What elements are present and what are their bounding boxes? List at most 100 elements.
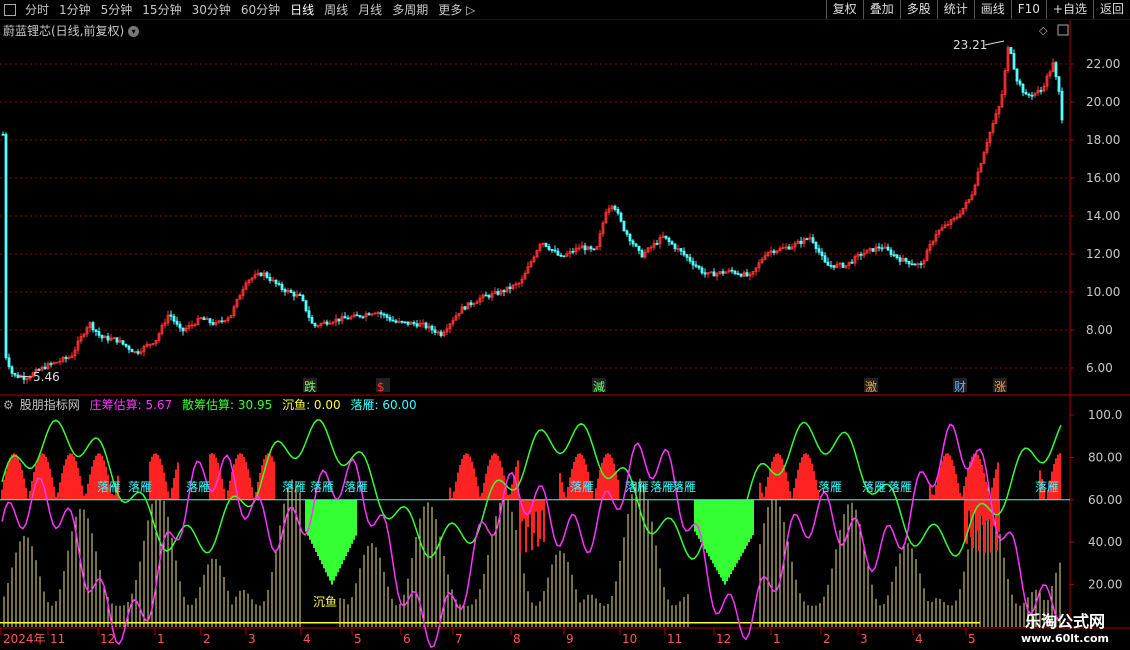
luoyan-label-1: 落雁 — [128, 480, 152, 494]
indicator-legend: ⚙ 股朋指标网 庄筹估算: 5.67 散筹估算: 30.95 沉鱼: 0.00 落… — [3, 396, 423, 413]
price-axis-label: 22.00 — [1086, 57, 1120, 71]
kline-body — [175, 320, 179, 325]
period-tab-1[interactable]: 1分钟 — [54, 1, 96, 19]
date-label-12: 10 — [622, 632, 637, 646]
kline-body — [736, 273, 740, 275]
event-marker-4: 财 — [954, 380, 966, 394]
kline-body — [667, 237, 671, 242]
kline-body — [637, 245, 641, 251]
kline-body — [283, 289, 287, 293]
kline-body — [1027, 93, 1031, 96]
ind-axis-label: 20.00 — [1088, 578, 1122, 592]
date-label-14: 12 — [716, 632, 731, 646]
toolbar-button-7[interactable]: 返回 — [1092, 0, 1130, 19]
kline-body — [121, 340, 125, 345]
luoyan-label-7: 落雁 — [625, 480, 649, 494]
kline-body — [559, 254, 563, 257]
date-label-0: 2024年 — [3, 632, 46, 646]
kline-body — [892, 254, 896, 257]
kline-body — [859, 253, 863, 256]
period-tab-5[interactable]: 60分钟 — [236, 1, 285, 19]
indicator-name[interactable]: 股朋指标网 — [20, 398, 80, 412]
kline-body — [622, 220, 626, 232]
period-tab-4[interactable]: 30分钟 — [187, 1, 236, 19]
settings-icon[interactable]: ⚙ — [3, 398, 14, 412]
kline-body — [703, 272, 707, 275]
toolbar-button-1[interactable]: 叠加 — [862, 0, 900, 19]
date-label-15: 1 — [773, 632, 781, 646]
period-tabs: 分时 1分钟 5分钟 15分钟 30分钟 60分钟 日线 周线 月线 多周期 更多 ▷ — [0, 1, 480, 19]
kline-body — [739, 273, 743, 277]
kline-body — [181, 327, 185, 332]
kline-body — [346, 317, 350, 320]
date-label-11: 9 — [566, 632, 574, 646]
kline-body — [619, 212, 623, 222]
period-tab-9[interactable]: 多周期 — [387, 1, 433, 19]
price-axis-label: 16.00 — [1086, 171, 1120, 185]
kline-body — [1024, 91, 1028, 95]
kline-body — [385, 314, 389, 318]
kline-body — [544, 242, 548, 247]
kline-body — [358, 315, 362, 318]
kline-body — [664, 235, 668, 239]
window-icon[interactable] — [4, 3, 16, 16]
toolbar-button-4[interactable]: 画线 — [973, 0, 1011, 19]
kline-body — [394, 320, 398, 323]
date-label-7: 5 — [354, 632, 362, 646]
toolbar-button-0[interactable]: 复权 — [825, 0, 863, 19]
kline-body — [634, 243, 638, 247]
period-tab-2[interactable]: 5分钟 — [96, 1, 138, 19]
event-marker-3: 激 — [865, 380, 877, 394]
kline-body — [919, 263, 923, 266]
kline-chart[interactable]: 22.0020.0018.0016.0014.0012.0010.008.006… — [0, 20, 1130, 650]
kline-body — [850, 261, 854, 264]
date-label-5: 3 — [248, 632, 256, 646]
kline-body — [172, 315, 176, 322]
kline-body — [439, 331, 443, 337]
toolbar-button-6[interactable]: +自选 — [1045, 0, 1093, 19]
period-tab-8[interactable]: 月线 — [353, 1, 387, 19]
kline-body — [280, 283, 284, 290]
toolbar-button-3[interactable]: 统计 — [936, 0, 974, 19]
kline-body — [367, 313, 371, 316]
kline-body — [1030, 94, 1034, 97]
kline-body — [13, 372, 17, 376]
kline-body — [355, 314, 359, 317]
period-tab-0[interactable]: 分时 — [20, 1, 54, 19]
kline-body — [826, 261, 830, 266]
event-marker-0: 跌 — [304, 379, 316, 394]
kline-body — [463, 306, 467, 310]
period-tab-7[interactable]: 周线 — [319, 1, 353, 19]
date-label-4: 2 — [203, 632, 211, 646]
period-tab-3[interactable]: 15分钟 — [137, 1, 186, 19]
kline-body — [430, 325, 434, 331]
price-axis-label: 10.00 — [1086, 285, 1120, 299]
kline-body — [904, 257, 908, 262]
ind-axis-label: 40.00 — [1088, 535, 1122, 549]
kline-body — [688, 256, 692, 262]
diamond-icon: ◇ — [1039, 24, 1048, 37]
kline-body — [592, 248, 596, 251]
kline-body — [55, 361, 59, 364]
date-label-9: 7 — [455, 632, 463, 646]
kline-body — [613, 205, 617, 210]
toolbar-button-2[interactable]: 多股 — [899, 0, 937, 19]
kline-body — [1018, 80, 1022, 85]
kline-body — [685, 254, 689, 258]
kline-body — [556, 250, 560, 256]
high-price-label: 23.21 — [953, 38, 987, 52]
kline-body — [697, 265, 701, 269]
luoyan-label-3: 落雁 — [282, 480, 306, 494]
price-axis-label: 6.00 — [1086, 361, 1113, 375]
date-label-13: 11 — [667, 632, 682, 646]
kline-body — [673, 243, 677, 250]
toolbar-button-5[interactable]: F10 — [1010, 0, 1046, 19]
kline-body — [502, 290, 506, 293]
kline-body — [274, 279, 278, 284]
ind-axis-label: 80.00 — [1088, 450, 1122, 464]
kline-body — [679, 248, 683, 252]
legend-zhuang: 庄筹估算: 5.67 — [89, 398, 173, 412]
period-tab-6[interactable]: 日线 — [285, 1, 319, 19]
kline-body — [832, 265, 836, 268]
period-tab-10[interactable]: 更多 ▷ — [433, 1, 480, 19]
